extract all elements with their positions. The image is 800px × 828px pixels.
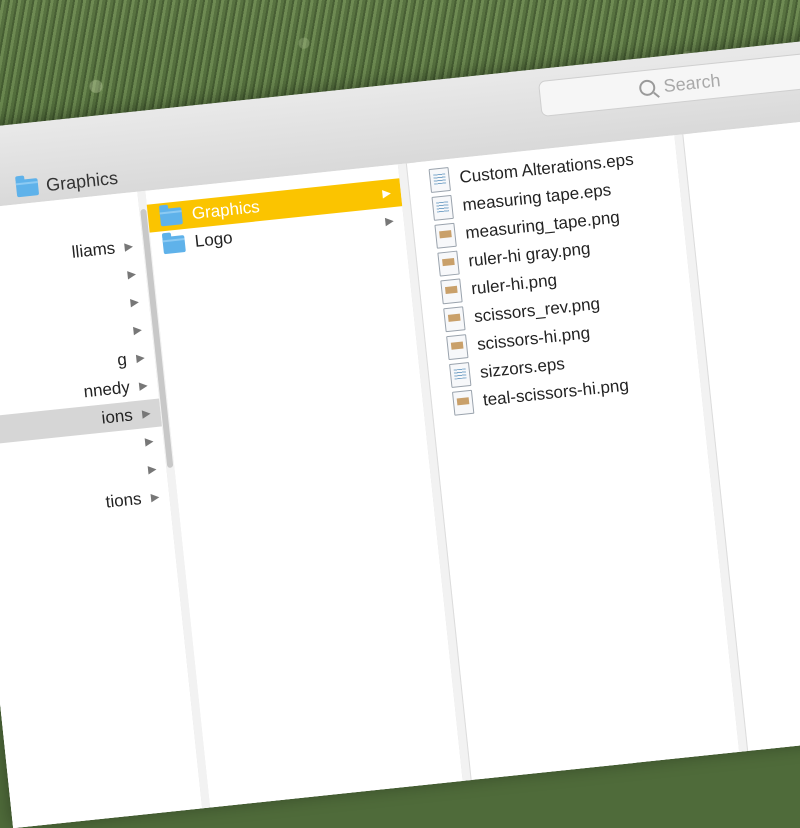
finder-window: Search Graphics lliams ▶ ▶ ▶ ▶ g ▶ nnedy ▶ … bbox=[0, 27, 800, 828]
disclosure-arrow-icon: ▶ bbox=[150, 491, 160, 504]
png-file-icon bbox=[451, 389, 475, 416]
disclosure-arrow-icon: ▶ bbox=[126, 268, 137, 282]
disclosure-arrow-icon: ▶ bbox=[138, 379, 149, 393]
disclosure-arrow-icon: ▶ bbox=[129, 296, 140, 309]
disclosure-arrow-icon: ▶ bbox=[141, 407, 152, 421]
disclosure-arrow-icon: ▶ bbox=[144, 435, 155, 449]
disclosure-arrow-icon: ▶ bbox=[132, 324, 143, 337]
item-label: tions bbox=[104, 489, 143, 512]
png-file-icon bbox=[434, 222, 457, 249]
disclosure-arrow-icon: ▶ bbox=[123, 240, 134, 254]
search-icon bbox=[638, 78, 657, 97]
disclosure-arrow-icon: ▶ bbox=[381, 187, 392, 201]
eps-file-icon bbox=[431, 194, 454, 221]
eps-file-icon bbox=[449, 361, 472, 388]
png-file-icon bbox=[437, 250, 460, 277]
disclosure-arrow-icon: ▶ bbox=[135, 351, 146, 365]
item-label: g bbox=[116, 349, 128, 370]
disclosure-arrow-icon: ▶ bbox=[384, 215, 395, 228]
png-file-icon bbox=[443, 306, 466, 333]
png-file-icon bbox=[440, 278, 463, 305]
item-label: Logo bbox=[193, 228, 234, 251]
path-folder-label: Graphics bbox=[45, 167, 119, 195]
finder-window-stage: Search Graphics lliams ▶ ▶ ▶ ▶ g ▶ nnedy ▶ … bbox=[0, 27, 800, 828]
eps-file-icon bbox=[428, 167, 451, 194]
item-label: ions bbox=[100, 405, 134, 428]
png-file-icon bbox=[446, 334, 469, 361]
search-placeholder: Search bbox=[662, 69, 722, 96]
folder-icon bbox=[15, 177, 40, 197]
folder-icon bbox=[159, 206, 183, 226]
folder-icon bbox=[162, 234, 186, 254]
column-browser: lliams ▶ ▶ ▶ ▶ g ▶ nnedy ▶ ions ▶ ▶ ▶ tions ▶… bbox=[0, 106, 800, 828]
